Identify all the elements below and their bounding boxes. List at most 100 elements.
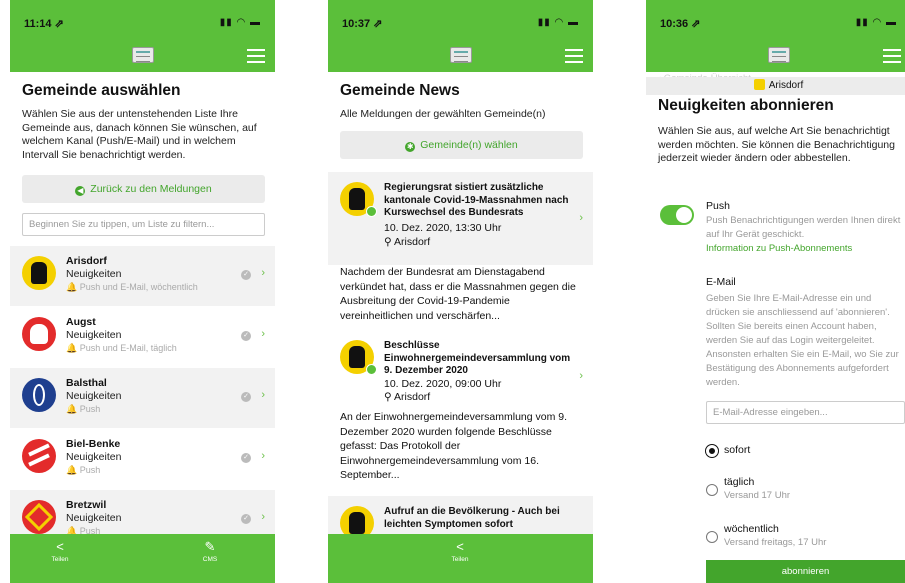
status-icons: ▮▮ ◠ ▬	[855, 17, 897, 28]
app-header: 11:14 ⇗ ▮▮ ◠ ▬	[10, 0, 275, 72]
municipality-bar: Arisdorf	[646, 77, 905, 95]
interval-note: Versand 17 Uhr	[724, 490, 791, 501]
news-location-text: Arisdorf	[394, 391, 431, 403]
subscription-note: 🔔 Push	[66, 465, 101, 475]
status-time: 11:14 ⇗	[24, 18, 64, 30]
arisdorf-crest-icon	[22, 256, 56, 290]
bretzwil-crest-icon	[22, 500, 56, 534]
hamburger-menu-icon[interactable]	[883, 49, 901, 63]
filter-input[interactable]: Beginnen Sie zu tippen, um Liste zu filt…	[22, 213, 265, 236]
back-to-news-label: Zurück zu den Meldungen	[90, 183, 212, 195]
select-municipalities-label: Gemeinde(n) wählen	[420, 139, 518, 151]
chevron-right-icon: ›	[579, 212, 583, 224]
news-title: Beschlüsse Einwohnergemeindeversammlung …	[384, 340, 571, 376]
arisdorf-crest-icon	[753, 79, 765, 90]
page-subtitle: Alle Meldungen der gewählten Gemeinde(n)	[340, 108, 546, 120]
augst-crest-icon	[22, 317, 56, 351]
app-header: 10:36 ⇗ ▮▮ ◠ ▬	[646, 0, 905, 72]
chevron-right-icon: ›	[579, 370, 583, 382]
municipality-type: Neuigkeiten	[66, 329, 122, 341]
email-description: Geben Sie Ihre E-Mail-Adresse ein und dr…	[706, 293, 899, 388]
share-icon: <	[456, 539, 464, 554]
municipality-row-biel-benke[interactable]: Biel-Benke Neuigkeiten 🔔 Push ✓ ›	[10, 429, 275, 489]
check-circle-icon: ✓	[241, 270, 251, 280]
municipality-row-balsthal[interactable]: Balsthal Neuigkeiten 🔔 Push ✓ ›	[10, 368, 275, 428]
municipality-name: Balsthal	[66, 377, 107, 389]
news-badge-icon	[366, 206, 377, 217]
push-label: Push	[706, 200, 730, 212]
interval-label: täglich	[724, 476, 755, 488]
subscription-note: 🔔 Push und E-Mail, täglich	[66, 343, 177, 353]
chevron-right-icon: ›	[261, 511, 265, 523]
municipality-type: Neuigkeiten	[66, 512, 122, 524]
check-circle-icon: ✓	[241, 453, 251, 463]
gear-icon: ✱	[405, 142, 416, 152]
news-excerpt[interactable]: Nachdem der Bundesrat am Dienstagabend v…	[328, 265, 593, 325]
push-toggle[interactable]	[660, 205, 694, 225]
interval-note: Versand freitags, 17 Uhr	[724, 537, 827, 548]
tab-cms[interactable]: ✎ CMS	[190, 539, 230, 564]
subscribe-button[interactable]: abonnieren	[706, 560, 905, 583]
news-location: ⚲ Arisdorf	[384, 236, 430, 248]
bottom-tab-bar: < Teilen ✎ CMS	[10, 534, 275, 583]
news-item[interactable]: Beschlüsse Einwohnergemeindeversammlung …	[328, 330, 593, 412]
biel-benke-crest-icon	[22, 439, 56, 473]
status-bar: 10:37 ⇗ ▮▮ ◠ ▬	[342, 17, 579, 33]
municipality-name: Arisdorf	[768, 80, 804, 91]
intro-text: Wählen Sie aus, auf welche Art Sie benac…	[658, 125, 895, 164]
news-date: 10. Dez. 2020, 09:00 Uhr	[384, 378, 502, 390]
location-pin-icon: ⚲	[384, 391, 395, 403]
municipality-name: Arisdorf	[66, 255, 107, 267]
municipality-name: Augst	[66, 316, 96, 328]
radio-sofort[interactable]	[706, 445, 718, 457]
page-title: Neuigkeiten abonnieren	[658, 97, 834, 114]
pen-icon: ✎	[204, 539, 216, 554]
app-header: 10:37 ⇗ ▮▮ ◠ ▬	[328, 0, 593, 72]
status-bar: 11:14 ⇗ ▮▮ ◠ ▬	[24, 17, 261, 33]
tab-share[interactable]: < Teilen	[40, 540, 80, 564]
balsthal-crest-icon	[22, 378, 56, 412]
news-badge-icon	[366, 364, 377, 375]
municipality-row-arisdorf[interactable]: Arisdorf Neuigkeiten 🔔 Push und E-Mail, …	[10, 246, 275, 306]
hamburger-menu-icon[interactable]	[247, 49, 265, 63]
municipality-name: Bretzwil	[66, 499, 107, 511]
subscription-note: 🔔 Push	[66, 404, 101, 414]
tab-label: Teilen	[451, 556, 469, 563]
interval-label: sofort	[724, 444, 751, 456]
tab-share[interactable]: < Teilen	[440, 539, 480, 564]
chevron-right-icon: ›	[261, 450, 265, 462]
check-circle-icon: ✓	[241, 514, 251, 524]
push-description: Push Benachrichtigungen werden Ihnen dir…	[706, 215, 901, 240]
radio-woechentlich[interactable]	[706, 531, 718, 543]
select-municipalities-button[interactable]: ✱ Gemeinde(n) wählen	[340, 131, 583, 159]
subscription-note: 🔔 Push und E-Mail, wöchentlich	[66, 282, 198, 292]
news-item[interactable]: Aufruf an die Bevölkerung - Auch bei lei…	[328, 496, 593, 540]
email-label: E-Mail	[706, 276, 736, 288]
screen-municipality-selection: 11:14 ⇗ ▮▮ ◠ ▬ Gemeinde auswählen Wählen…	[10, 0, 275, 583]
news-item[interactable]: Regierungsrat sistiert zusätzliche kanto…	[328, 172, 593, 265]
newspaper-logo-icon[interactable]	[131, 47, 154, 63]
municipality-type: Neuigkeiten	[66, 451, 122, 463]
news-location: ⚲ Arisdorf	[384, 391, 430, 403]
news-date: 10. Dez. 2020, 13:30 Uhr	[384, 222, 502, 234]
push-info-link[interactable]: Information zu Push-Abonnements	[706, 243, 852, 254]
status-bar: 10:36 ⇗ ▮▮ ◠ ▬	[660, 17, 897, 33]
municipality-row-augst[interactable]: Augst Neuigkeiten 🔔 Push und E-Mail, täg…	[10, 307, 275, 367]
location-pin-icon: ⚲	[384, 236, 395, 248]
tab-label: Teilen	[51, 556, 69, 563]
news-location-text: Arisdorf	[394, 236, 431, 248]
email-input[interactable]: E-Mail-Adresse eingeben...	[706, 401, 905, 424]
arrow-left-circle-icon: ◀	[75, 186, 86, 196]
back-to-news-button[interactable]: ◀ Zurück zu den Meldungen	[22, 175, 265, 203]
municipality-type: Neuigkeiten	[66, 390, 122, 402]
status-time: 10:37 ⇗	[342, 18, 383, 30]
page-title: Gemeinde News	[340, 82, 460, 99]
newspaper-logo-icon[interactable]	[449, 47, 472, 63]
newspaper-logo-icon[interactable]	[767, 47, 790, 63]
status-icons: ▮▮ ◠ ▬	[219, 17, 261, 28]
hamburger-menu-icon[interactable]	[565, 49, 583, 63]
chevron-right-icon: ›	[261, 389, 265, 401]
check-circle-icon: ✓	[241, 392, 251, 402]
news-excerpt[interactable]: An der Einwohnergemeindeversammlung vom …	[328, 410, 593, 490]
radio-taeglich[interactable]	[706, 484, 718, 496]
